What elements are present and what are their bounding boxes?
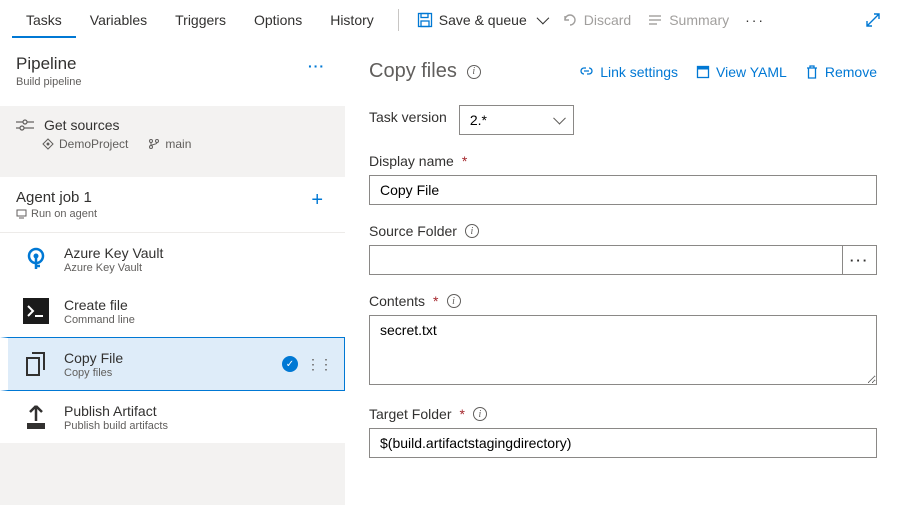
task-version-select[interactable] — [459, 105, 574, 135]
branch-name: main — [148, 137, 191, 151]
task-subtitle: Publish build artifacts — [64, 420, 333, 432]
left-panel: Pipeline Build pipeline ··· Get sources … — [0, 40, 345, 505]
display-name-label: Display name — [369, 153, 454, 169]
view-yaml-button[interactable]: View YAML — [696, 64, 787, 80]
agent-icon — [16, 209, 27, 220]
keyvault-icon — [20, 243, 52, 275]
tab-options[interactable]: Options — [240, 2, 316, 38]
task-title: Copy File — [64, 350, 270, 366]
save-queue-button[interactable]: Save & queue — [409, 8, 554, 32]
pipeline-more-button[interactable]: ··· — [304, 54, 329, 78]
expand-icon — [865, 12, 881, 28]
contents-textarea[interactable] — [369, 315, 877, 385]
summary-label: Summary — [669, 12, 729, 28]
info-icon[interactable]: i — [465, 224, 479, 238]
discard-label: Discard — [584, 12, 631, 28]
task-subtitle: Command line — [64, 314, 333, 326]
source-folder-input[interactable] — [369, 245, 843, 275]
remove-button[interactable]: Remove — [805, 64, 877, 80]
task-subtitle: Azure Key Vault — [64, 262, 333, 274]
tab-bar: Tasks Variables Triggers Options History — [12, 2, 388, 38]
tab-tasks[interactable]: Tasks — [12, 2, 76, 38]
task-create-file[interactable]: Create file Command line — [0, 285, 345, 337]
repo-name: DemoProject — [42, 137, 128, 151]
target-folder-label: Target Folder — [369, 406, 451, 422]
contents-label: Contents — [369, 293, 425, 309]
toolbar-divider — [398, 9, 399, 31]
trash-icon — [805, 65, 819, 79]
info-icon[interactable]: i — [467, 65, 481, 79]
fullscreen-button[interactable] — [857, 8, 889, 32]
task-title: Publish Artifact — [64, 403, 333, 419]
pipeline-title: Pipeline — [16, 54, 81, 74]
link-icon — [579, 64, 594, 79]
detail-heading: Copy files i — [369, 60, 481, 83]
info-icon[interactable]: i — [473, 407, 487, 421]
tab-variables[interactable]: Variables — [76, 2, 161, 38]
agent-job-subtitle: Run on agent — [16, 208, 97, 220]
get-sources-title: Get sources — [44, 117, 119, 133]
pipeline-header[interactable]: Pipeline Build pipeline ··· — [0, 40, 345, 107]
detail-panel: Copy files i Link settings View YAML Rem… — [345, 40, 901, 505]
save-queue-label: Save & queue — [439, 12, 527, 28]
task-version-label: Task version — [369, 109, 447, 125]
task-subtitle: Copy files — [64, 367, 270, 379]
branch-icon — [148, 138, 160, 150]
agent-job-title: Agent job 1 — [16, 189, 97, 206]
required-indicator: * — [459, 406, 464, 422]
top-toolbar: Tasks Variables Triggers Options History… — [0, 0, 901, 40]
tab-history[interactable]: History — [316, 2, 388, 38]
info-icon[interactable]: i — [447, 294, 461, 308]
browse-button[interactable]: ··· — [843, 245, 877, 275]
task-publish-artifact[interactable]: Publish Artifact Publish build artifacts — [0, 391, 345, 443]
publish-icon — [20, 401, 52, 433]
cmd-icon — [20, 295, 52, 327]
target-folder-input[interactable] — [369, 428, 877, 458]
discard-button[interactable]: Discard — [554, 8, 639, 32]
add-task-button[interactable]: + — [305, 189, 329, 212]
required-indicator: * — [462, 153, 467, 169]
summary-button[interactable]: Summary — [639, 8, 737, 32]
repo-icon — [42, 138, 54, 150]
yaml-icon — [696, 65, 710, 79]
task-title: Create file — [64, 297, 333, 313]
agent-job-header[interactable]: Agent job 1 Run on agent + — [0, 177, 345, 233]
save-icon — [417, 12, 433, 28]
task-title: Azure Key Vault — [64, 245, 333, 261]
task-status-badge: ✓ — [282, 356, 298, 372]
drag-handle[interactable]: ⋮⋮ — [306, 357, 332, 371]
get-sources-item[interactable]: Get sources DemoProject main — [0, 107, 345, 163]
link-settings-button[interactable]: Link settings — [579, 64, 678, 80]
sources-icon — [16, 118, 34, 132]
source-folder-label: Source Folder — [369, 223, 457, 239]
required-indicator: * — [433, 293, 438, 309]
task-copy-file[interactable]: Copy File Copy files ✓ ⋮⋮ — [0, 337, 345, 391]
display-name-input[interactable] — [369, 175, 877, 205]
summary-icon — [647, 12, 663, 28]
pipeline-subtitle: Build pipeline — [16, 76, 81, 88]
task-azure-key-vault[interactable]: Azure Key Vault Azure Key Vault — [0, 233, 345, 285]
chevron-down-icon — [536, 12, 549, 25]
tab-triggers[interactable]: Triggers — [161, 2, 240, 38]
more-actions-button[interactable]: ··· — [737, 8, 773, 32]
copy-icon — [20, 348, 52, 380]
undo-icon — [562, 12, 578, 28]
